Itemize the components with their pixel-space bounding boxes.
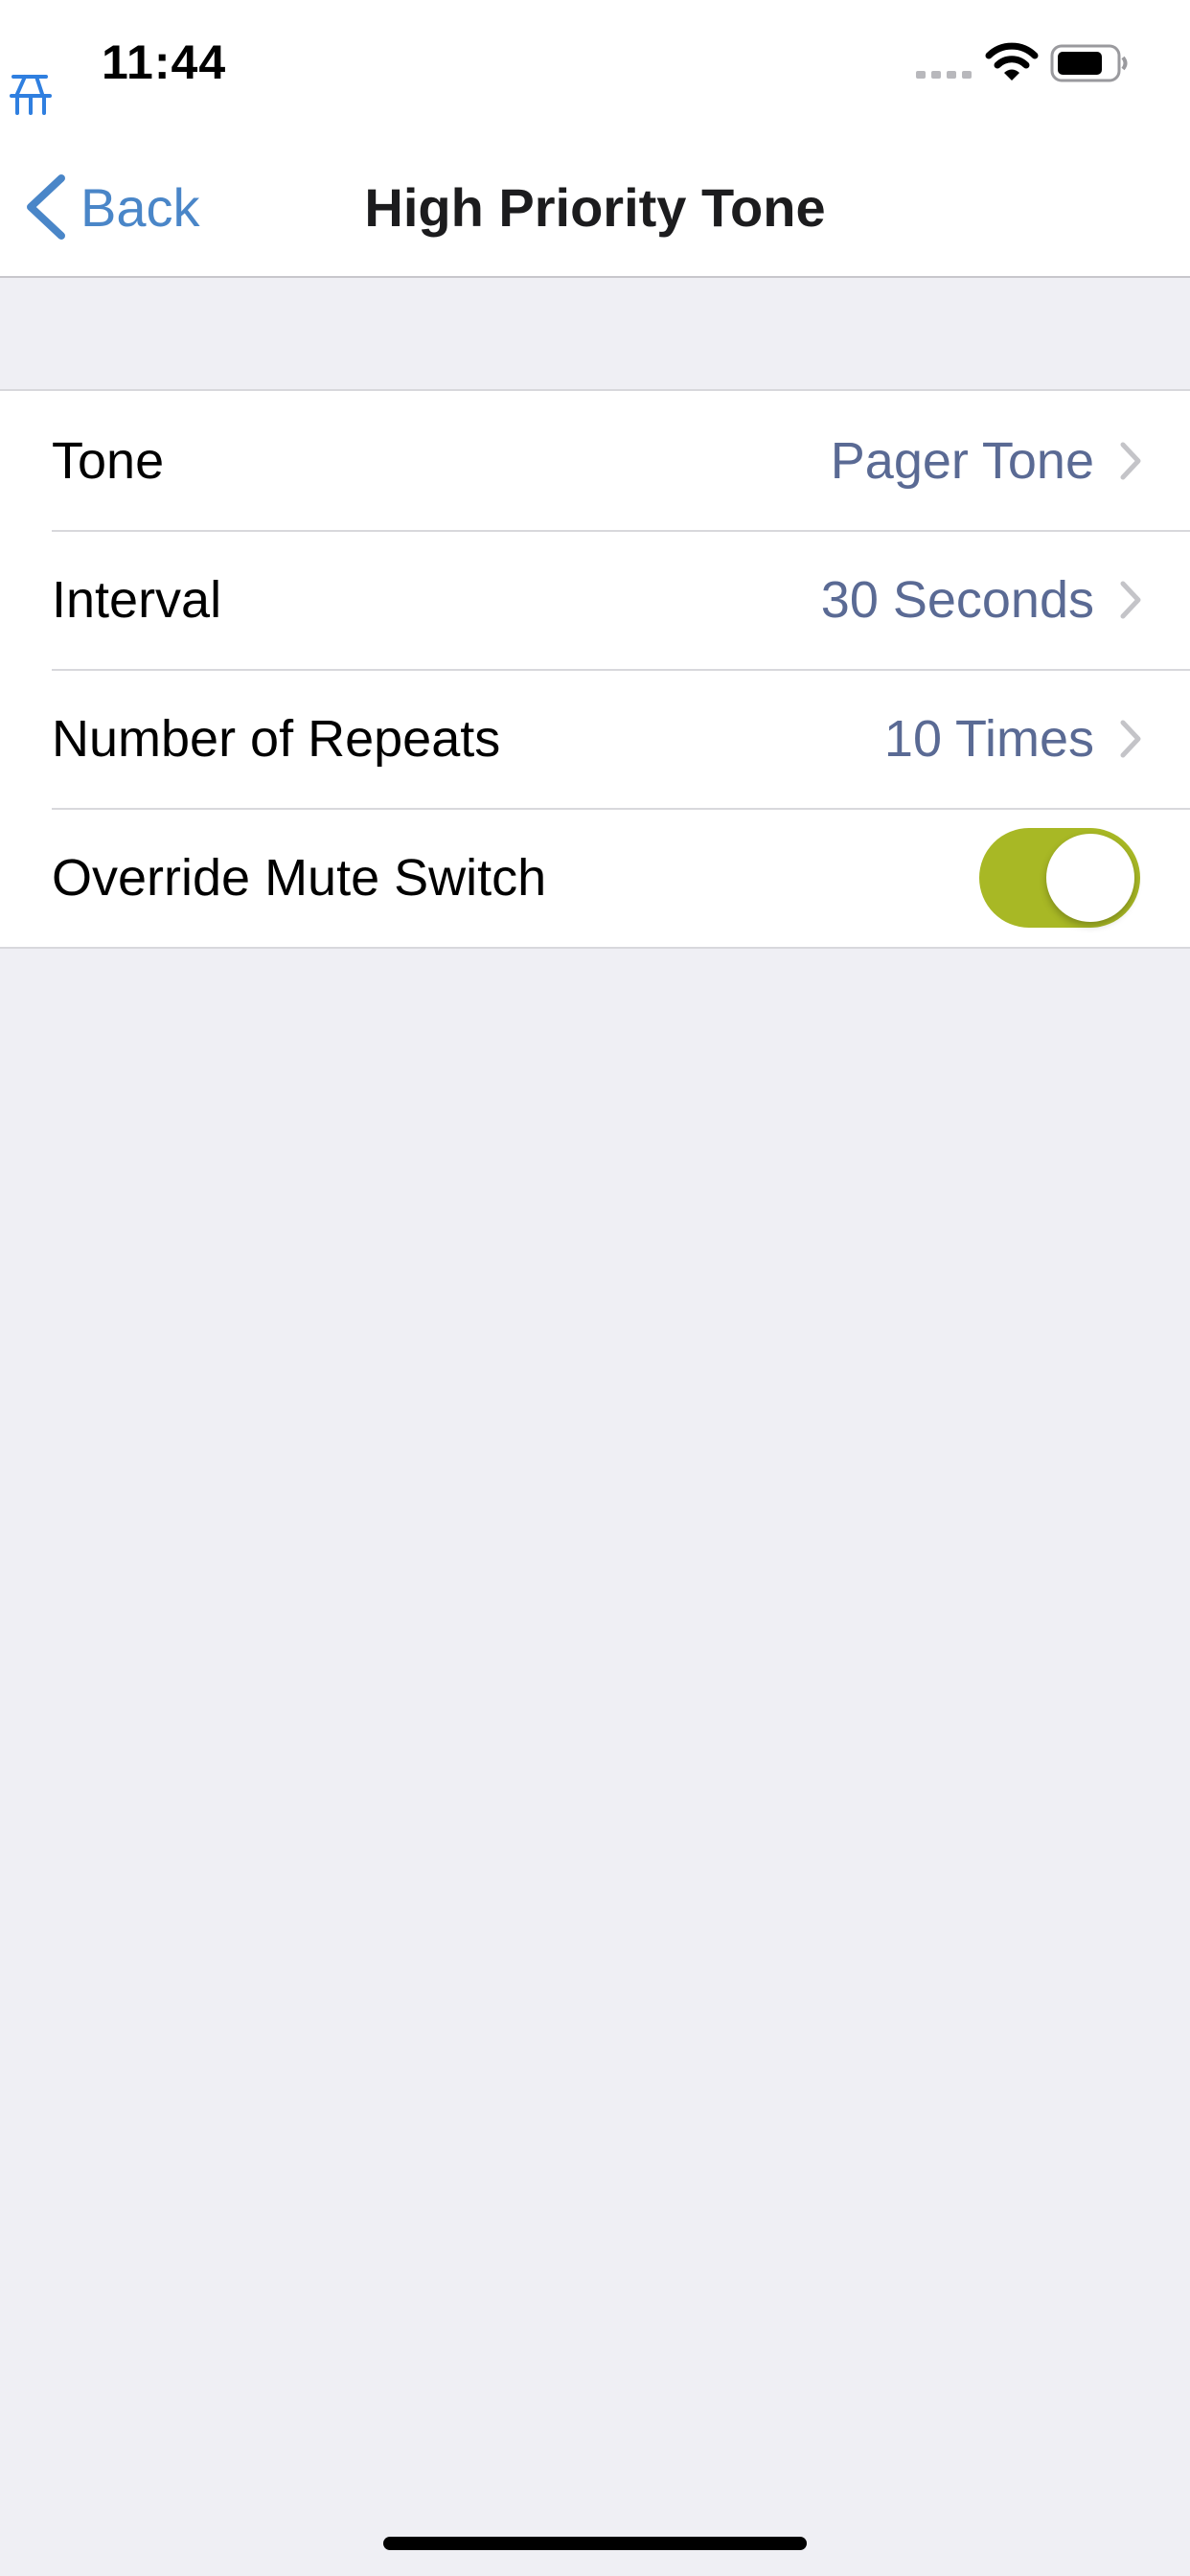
tone-settings-group: Tone Pager Tone Interval 30 Seconds Numb… (0, 389, 1190, 949)
chevron-right-icon (1120, 720, 1141, 757)
navigation-bar: Back High Priority Tone (0, 126, 1190, 278)
chevron-right-icon (1120, 442, 1141, 479)
number-of-repeats-value: 10 Times (883, 709, 1094, 768)
override-mute-switch-label: Override Mute Switch (52, 848, 547, 907)
number-of-repeats-row[interactable]: Number of Repeats 10 Times (0, 669, 1190, 808)
number-of-repeats-label: Number of Repeats (52, 709, 501, 768)
chevron-right-icon (1120, 581, 1141, 618)
status-time: 11:44 (102, 35, 227, 89)
interval-label: Interval (52, 570, 222, 629)
tone-row[interactable]: Tone Pager Tone (0, 391, 1190, 530)
app-badge-icon (10, 75, 52, 115)
tone-value: Pager Tone (830, 431, 1094, 490)
status-bar: 11:44 (0, 0, 1190, 126)
tone-label: Tone (52, 431, 165, 490)
interval-value: 30 Seconds (820, 570, 1094, 629)
override-mute-switch-row: Override Mute Switch (0, 808, 1190, 947)
interval-row[interactable]: Interval 30 Seconds (0, 530, 1190, 669)
signal-icon (916, 71, 972, 79)
battery-icon (1050, 44, 1128, 82)
page-title: High Priority Tone (364, 177, 826, 238)
wifi-icon (985, 42, 1039, 80)
toggle-knob (1046, 833, 1134, 922)
override-mute-switch-toggle[interactable] (979, 827, 1140, 928)
home-indicator (383, 2537, 807, 2550)
